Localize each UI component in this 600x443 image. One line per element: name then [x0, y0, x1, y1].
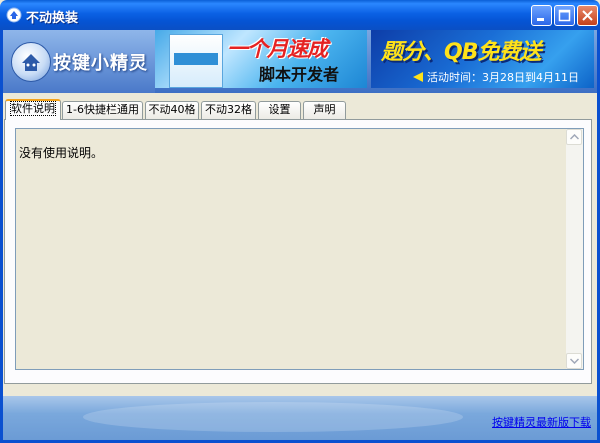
- tab-software-info[interactable]: 软件说明: [5, 99, 61, 120]
- ad-banner-promo[interactable]: 题分、QB免费送 活动时间：3月28日到4月11日: [371, 30, 594, 88]
- tab-label: 声明: [313, 103, 336, 116]
- tab-label: 不动32格: [205, 103, 252, 116]
- product-box-image: [169, 34, 223, 88]
- tab-label: 设置: [268, 103, 291, 116]
- title-bar[interactable]: 不动换装: [0, 0, 600, 30]
- logo[interactable]: 按键小精灵: [3, 30, 155, 93]
- ad-headline: 一个月速成: [227, 37, 328, 61]
- tab-hotbar[interactable]: 1-6快捷栏通用: [62, 101, 143, 119]
- window-title: 不动换装: [26, 11, 79, 26]
- scroll-down-button[interactable]: [566, 353, 582, 369]
- tab-statement[interactable]: 声明: [303, 101, 346, 119]
- footer-bar: 按键精灵最新版下载: [3, 396, 597, 440]
- arrow-icon: [413, 72, 423, 82]
- scroll-up-button[interactable]: [566, 129, 582, 145]
- download-link[interactable]: 按键精灵最新版下载: [492, 414, 591, 430]
- minimize-button[interactable]: [531, 5, 552, 26]
- description-textarea[interactable]: 没有使用说明。: [15, 128, 584, 370]
- chevron-down-icon: [570, 358, 579, 364]
- tab-label: 不动40格: [148, 103, 196, 116]
- tab-40-slots[interactable]: 不动40格: [145, 101, 199, 119]
- logo-text: 按键小精灵: [53, 53, 148, 74]
- footer-decoration: [83, 402, 463, 432]
- chevron-up-icon: [570, 134, 579, 140]
- tab-label: 1-6快捷栏通用: [66, 103, 139, 116]
- promo-activity-time: 活动时间：3月28日到4月11日: [427, 71, 579, 84]
- description-text: 没有使用说明。: [19, 146, 104, 160]
- tab-settings[interactable]: 设置: [258, 101, 301, 119]
- tab-label: 软件说明: [10, 101, 56, 116]
- close-button[interactable]: [577, 5, 598, 26]
- maximize-icon: [558, 9, 571, 22]
- close-icon: [582, 10, 593, 21]
- promo-headline: 题分、QB免费送: [381, 40, 541, 65]
- ad-subline: 脚本开发者: [259, 65, 340, 84]
- vertical-scrollbar[interactable]: [566, 129, 583, 369]
- tab-32-slots[interactable]: 不动32格: [201, 101, 256, 119]
- minimize-icon: [537, 18, 544, 21]
- app-icon: [6, 7, 22, 23]
- maximize-button[interactable]: [554, 5, 575, 26]
- ad-banner-course[interactable]: 一个月速成 脚本开发者: [155, 30, 367, 88]
- home-icon: [11, 42, 51, 82]
